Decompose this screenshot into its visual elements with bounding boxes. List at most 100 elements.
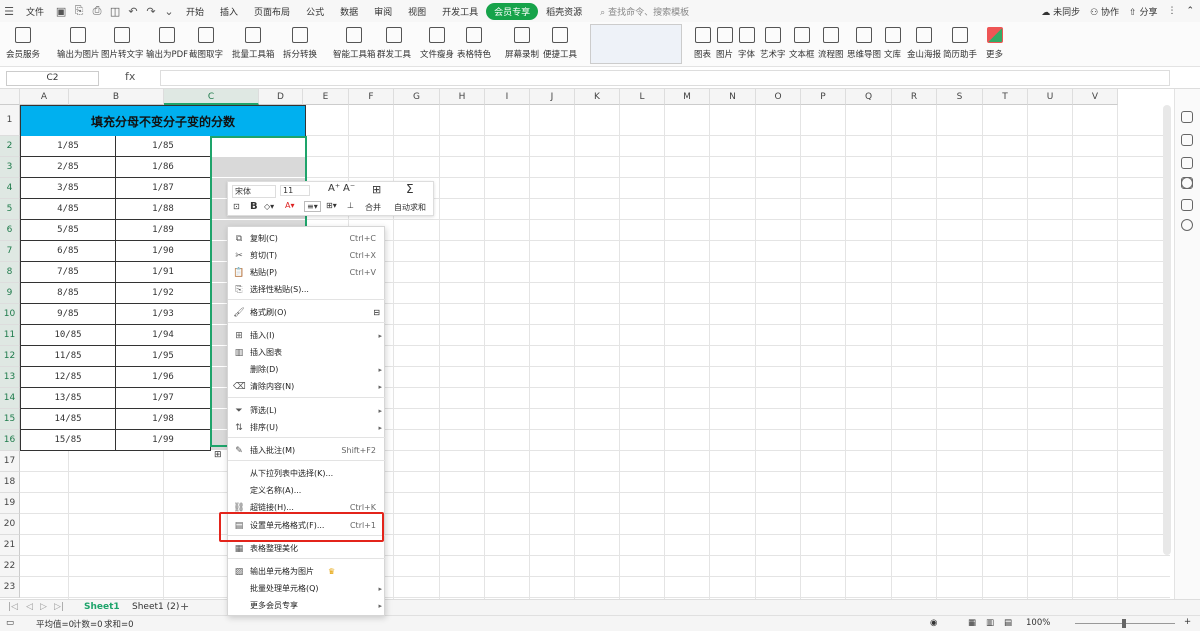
share-button[interactable]: ⇧ 分享	[1129, 5, 1157, 18]
cell-a7[interactable]: 6/85	[20, 241, 116, 262]
panel-settings-icon[interactable]	[1181, 134, 1193, 146]
align-icon[interactable]: ≡▾	[304, 201, 321, 212]
redo-icon[interactable]: ↷	[144, 4, 158, 18]
context-item-3[interactable]: 📋 粘贴(P) Ctrl+V	[228, 264, 386, 281]
template-thumbnail[interactable]	[590, 24, 682, 64]
cell-a8[interactable]: 7/85	[20, 262, 116, 283]
handy-tools-button[interactable]: 便捷工具	[543, 24, 577, 60]
mass-send-button[interactable]: 群发工具	[377, 24, 411, 60]
tab-page-layout[interactable]: 页面布局	[246, 5, 298, 18]
file-slim-button[interactable]: 文件瘦身	[420, 24, 454, 60]
row-header-3[interactable]: 3	[0, 157, 20, 178]
row-header-21[interactable]: 21	[0, 535, 20, 556]
cell-a2[interactable]: 1/85	[20, 136, 116, 157]
fx-icon[interactable]: fx	[125, 70, 135, 83]
cell-a3[interactable]: 2/85	[20, 157, 116, 178]
cell-a10[interactable]: 9/85	[20, 304, 116, 325]
panel-format-icon[interactable]	[1181, 157, 1193, 169]
screen-record-button[interactable]: 屏幕录制	[505, 24, 539, 60]
context-item-6[interactable]: ⊞ 插入(I) ▸	[228, 327, 386, 344]
row-header-2[interactable]: 2	[0, 136, 20, 157]
row-header-7[interactable]: 7	[0, 241, 20, 262]
cell-a15[interactable]: 14/85	[20, 409, 116, 430]
insert-picture-button[interactable]: 图片	[716, 24, 733, 60]
row-header-13[interactable]: 13	[0, 367, 20, 388]
cell-b4[interactable]: 1/87	[115, 178, 211, 199]
cell-b8[interactable]: 1/91	[115, 262, 211, 283]
context-item-2[interactable]: ✂ 剪切(T) Ctrl+X	[228, 247, 386, 264]
column-header-k[interactable]: K	[575, 89, 620, 105]
tab-view[interactable]: 视图	[400, 5, 434, 18]
mindmap-button[interactable]: 思维导图	[847, 24, 881, 60]
tab-member[interactable]: 会员专享	[486, 2, 539, 20]
column-header-j[interactable]: J	[530, 89, 575, 105]
column-header-s[interactable]: S	[937, 89, 983, 105]
image-to-text-button[interactable]: 图片转文字	[101, 24, 144, 60]
brush-icon[interactable]: ⊥	[347, 201, 354, 210]
sheet-tab-sheet1-2[interactable]: Sheet1 (2)	[132, 602, 179, 612]
normal-view-icon[interactable]: ▦	[968, 618, 976, 628]
more-options-icon[interactable]: ⋮	[1167, 6, 1176, 16]
column-header-v[interactable]: V	[1073, 89, 1118, 105]
cell-a5[interactable]: 4/85	[20, 199, 116, 220]
zoom-level[interactable]: 100%	[1026, 618, 1050, 628]
column-header-l[interactable]: L	[620, 89, 665, 105]
context-item-13[interactable]: 从下拉列表中选择(K)...	[228, 465, 386, 482]
context-item-4[interactable]: ⎘ 选择性粘贴(S)...	[228, 281, 386, 298]
undo-icon[interactable]: ↶	[126, 4, 140, 18]
fill-color-icon[interactable]: ◇▾	[264, 202, 274, 211]
sheet-nav-next-icon[interactable]: ▷	[40, 602, 47, 612]
merge-label[interactable]: 合并	[365, 202, 381, 213]
row-header-4[interactable]: 4	[0, 178, 20, 199]
sync-button[interactable]: ☁ 未同步	[1041, 5, 1080, 18]
row-header-5[interactable]: 5	[0, 199, 20, 220]
save-icon[interactable]: ▣	[54, 4, 68, 18]
panel-backup-icon[interactable]	[1181, 199, 1193, 211]
cell-a14[interactable]: 13/85	[20, 388, 116, 409]
insert-chart-button[interactable]: 图表	[694, 24, 711, 60]
column-header-d[interactable]: D	[259, 89, 303, 105]
page-view-icon[interactable]: ▥	[986, 618, 994, 628]
context-item-20[interactable]: 更多会员专享 ▸	[228, 597, 386, 614]
column-header-m[interactable]: M	[665, 89, 710, 105]
context-item-1[interactable]: ⧉ 复制(C) Ctrl+C	[228, 230, 386, 247]
cell-a6[interactable]: 5/85	[20, 220, 116, 241]
textbox-button[interactable]: 文本框	[789, 24, 815, 60]
row-header-22[interactable]: 22	[0, 556, 20, 577]
row-header-23[interactable]: 23	[0, 577, 20, 598]
file-menu[interactable]: 文件	[18, 5, 52, 18]
library-button[interactable]: 文库	[884, 24, 901, 60]
context-item-9[interactable]: ⌫ 清除内容(N) ▸	[228, 378, 386, 395]
row-header-11[interactable]: 11	[0, 325, 20, 346]
hamburger-icon[interactable]: ☰	[2, 4, 16, 18]
cell-b13[interactable]: 1/96	[115, 367, 211, 388]
row-header-9[interactable]: 9	[0, 283, 20, 304]
zoom-slider-handle[interactable]	[1122, 619, 1126, 628]
flowchart-button[interactable]: 流程图	[818, 24, 844, 60]
select-all-corner[interactable]	[0, 89, 20, 105]
format-brush-side-icon[interactable]: ⊟	[373, 308, 380, 317]
tab-start[interactable]: 开始	[178, 5, 212, 18]
break-view-icon[interactable]: ▤	[1004, 618, 1012, 628]
add-sheet-icon[interactable]: +	[180, 600, 189, 613]
decrease-font-icon[interactable]: A⁻	[343, 183, 355, 194]
column-header-b[interactable]: B	[69, 89, 164, 105]
export-pdf-button[interactable]: 输出为PDF	[146, 24, 188, 60]
sheet-nav-last-icon[interactable]: ▷|	[54, 602, 64, 612]
row-header-1[interactable]: 1	[0, 105, 20, 136]
tab-data[interactable]: 数据	[332, 5, 366, 18]
row-header-20[interactable]: 20	[0, 514, 20, 535]
column-header-e[interactable]: E	[303, 89, 349, 105]
column-header-n[interactable]: N	[710, 89, 756, 105]
context-item-8[interactable]: 删除(D) ▸	[228, 361, 386, 378]
eye-icon[interactable]: ◉	[930, 618, 937, 628]
context-item-14[interactable]: 定义名称(A)...	[228, 482, 386, 499]
cell-b11[interactable]: 1/94	[115, 325, 211, 346]
split-convert-button[interactable]: 拆分转换	[283, 24, 317, 60]
cell-a4[interactable]: 3/85	[20, 178, 116, 199]
column-header-h[interactable]: H	[440, 89, 485, 105]
cell-b7[interactable]: 1/90	[115, 241, 211, 262]
column-header-i[interactable]: I	[485, 89, 530, 105]
cell-b5[interactable]: 1/88	[115, 199, 211, 220]
border-icon[interactable]: ⊞▾	[326, 201, 337, 210]
